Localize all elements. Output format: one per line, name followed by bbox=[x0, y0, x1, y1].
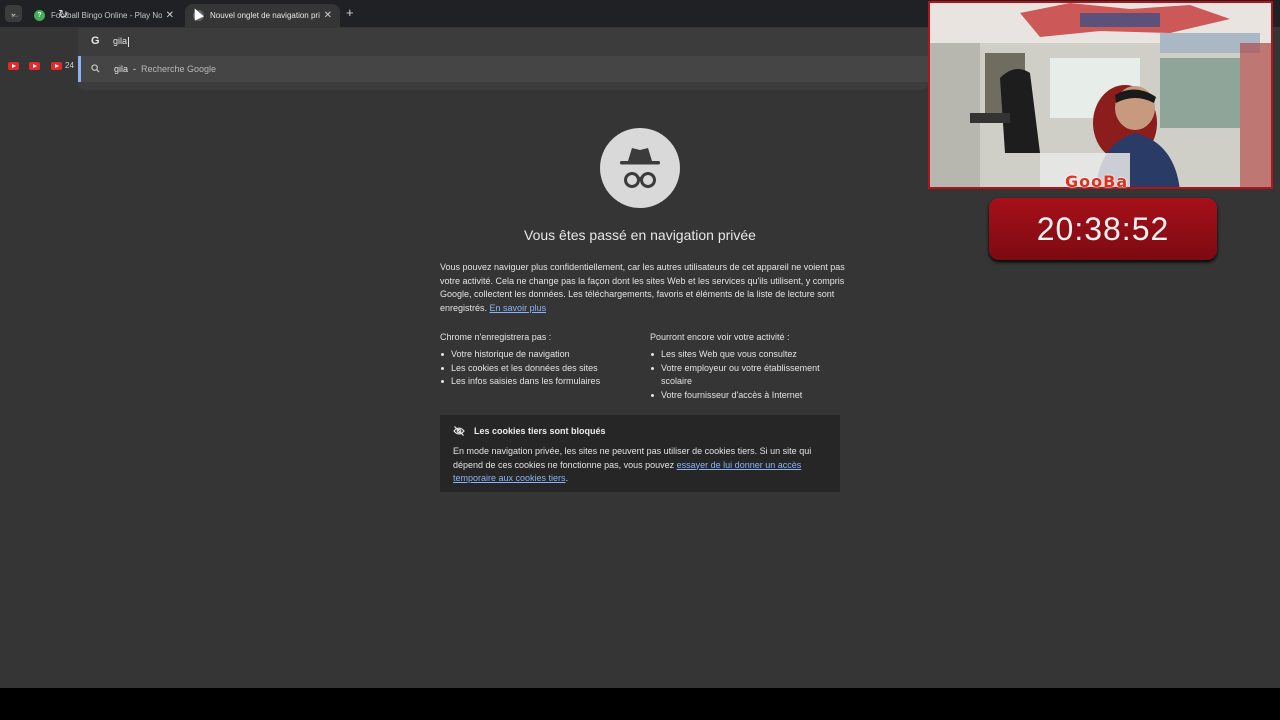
cookie-card-header: Les cookies tiers sont bloqués bbox=[453, 426, 827, 436]
suggestion-text[interactable]: gila - Recherche Google bbox=[114, 64, 216, 74]
suggestion-source: Recherche Google bbox=[141, 64, 217, 74]
list-title: Pourront encore voir votre activité : bbox=[650, 332, 790, 342]
cookie-card-title: Les cookies tiers sont bloqués bbox=[474, 426, 606, 436]
list-item: Les sites Web que vous consultez bbox=[650, 348, 850, 362]
tab-football-bingo[interactable]: ? Football Bingo Online - Play Now ✕ bbox=[26, 4, 182, 27]
still-visible-to-list: Pourront encore voir votre activité : Le… bbox=[650, 331, 850, 402]
tab-incognito-new-tab[interactable]: Nouvel onglet de navigation privée ✕ bbox=[185, 4, 340, 27]
cookie-card-body: En mode navigation privée, les sites ne … bbox=[453, 445, 827, 486]
text-caret bbox=[128, 36, 130, 47]
back-arrow-icon[interactable]: ← bbox=[9, 7, 21, 21]
youtube-bookmark-icon[interactable] bbox=[29, 62, 40, 70]
list-item: Les infos saisies dans les formulaires bbox=[440, 375, 640, 389]
google-g-icon: G bbox=[91, 35, 100, 47]
stream-timer: 20:38:52 bbox=[989, 198, 1217, 260]
streamer-logo: GooBa bbox=[1065, 172, 1129, 191]
cookie-body-end: . bbox=[565, 473, 569, 483]
bottom-black-bar bbox=[0, 688, 1280, 720]
webcam-overlay bbox=[928, 1, 1273, 189]
omnibox-value: gila bbox=[113, 36, 128, 46]
omnibox-input[interactable]: gila bbox=[113, 36, 130, 47]
suggestion-query: gila bbox=[114, 64, 129, 74]
learn-more-link[interactable]: En savoir plus bbox=[490, 303, 547, 313]
bookmark-label[interactable]: 24 bbox=[65, 61, 74, 70]
third-party-cookies-card: Les cookies tiers sont bloqués En mode n… bbox=[440, 415, 840, 492]
reload-icon[interactable]: ↻ bbox=[58, 7, 68, 21]
close-tab-icon[interactable]: ✕ bbox=[166, 10, 174, 21]
incognito-icon bbox=[600, 128, 680, 208]
list-item: Votre employeur ou votre établissement s… bbox=[650, 362, 850, 389]
eye-off-icon bbox=[453, 426, 465, 436]
list-title: Chrome n'enregistrera pas : bbox=[440, 332, 552, 342]
youtube-bookmark-icon[interactable] bbox=[8, 62, 19, 70]
search-icon bbox=[91, 64, 100, 75]
page-title: Vous êtes passé en navigation privée bbox=[524, 227, 756, 243]
close-tab-icon[interactable]: ✕ bbox=[324, 10, 332, 21]
timer-value: 20:38:52 bbox=[1036, 211, 1170, 247]
youtube-bookmark-icon[interactable] bbox=[51, 62, 62, 70]
incognito-intro: Vous pouvez naviguer plus confidentielle… bbox=[440, 261, 845, 315]
tab-title: Nouvel onglet de navigation privée bbox=[210, 11, 320, 20]
list-item: Votre historique de navigation bbox=[440, 348, 640, 362]
new-tab-plus-icon[interactable]: + bbox=[346, 5, 354, 20]
chrome-wont-save-list: Chrome n'enregistrera pas : Votre histor… bbox=[440, 331, 640, 389]
list-item: Votre fournisseur d'accès à Internet bbox=[650, 389, 850, 403]
forward-arrow-icon[interactable]: → bbox=[34, 7, 46, 21]
list-item: Les cookies et les données des sites bbox=[440, 362, 640, 376]
